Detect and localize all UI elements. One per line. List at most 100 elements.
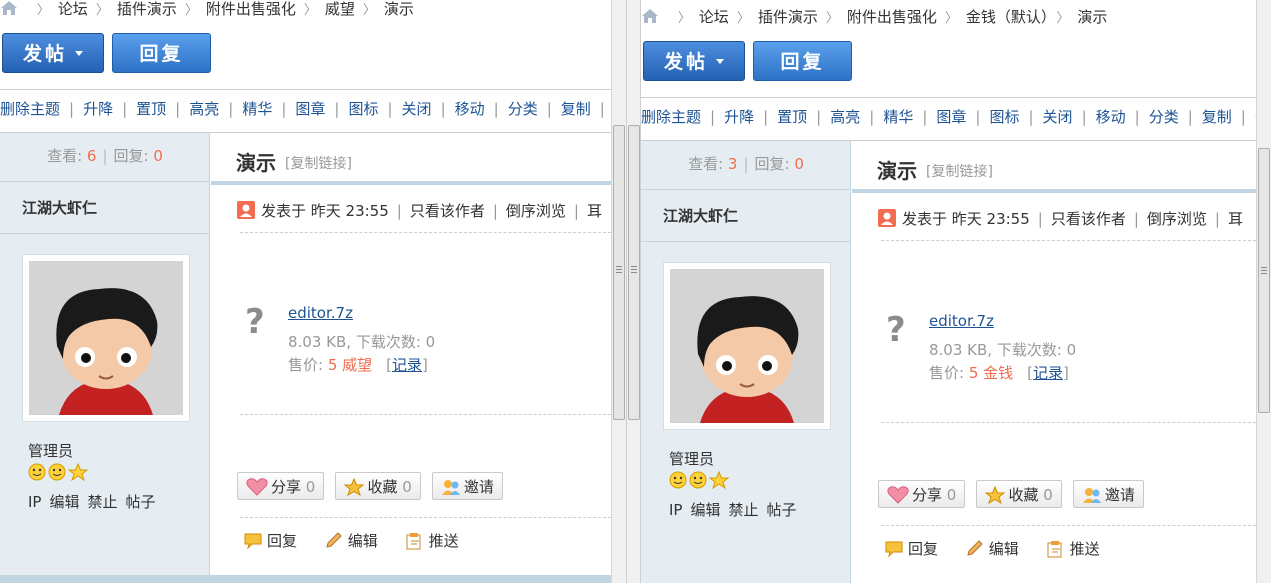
user-action-link[interactable]: 帖子: [767, 501, 797, 519]
user-action-link[interactable]: 禁止: [88, 493, 118, 511]
mod-action[interactable]: 分类: [1149, 108, 1179, 126]
reverse-order-link[interactable]: 倒序浏览: [506, 202, 566, 220]
user-actions: IP 编辑 禁止 帖子: [28, 491, 164, 512]
mod-action[interactable]: 升降: [724, 108, 754, 126]
heart-icon: [887, 486, 909, 504]
user-action-link[interactable]: 帖子: [126, 493, 156, 511]
post-push-button[interactable]: 推送: [1046, 540, 1100, 558]
reverse-order-link[interactable]: 倒序浏览: [1147, 210, 1207, 228]
copy-link[interactable]: [复制链接]: [285, 153, 352, 173]
copy-link[interactable]: [复制链接]: [926, 161, 993, 181]
breadcrumb-item[interactable]: 金钱（默认）: [966, 8, 1049, 26]
vertical-scrollbar[interactable]: [611, 0, 626, 583]
breadcrumb-item[interactable]: 论坛: [58, 0, 88, 18]
home-icon[interactable]: [641, 8, 659, 24]
post-reply-button[interactable]: 回复: [243, 532, 297, 550]
breadcrumb-separator: 〉: [825, 11, 839, 26]
invite-button[interactable]: 邀请: [1072, 480, 1144, 508]
mod-action[interactable]: 复制: [1202, 108, 1232, 126]
mod-separator: |: [334, 100, 340, 118]
mod-separator: |: [387, 100, 393, 118]
scrollbar-thumb[interactable]: [613, 125, 625, 420]
mod-separator: |: [1134, 108, 1140, 126]
mod-action[interactable]: 高亮: [830, 108, 860, 126]
post-edit-button[interactable]: 编辑: [965, 540, 1019, 558]
record-link[interactable]: 记录: [1033, 364, 1063, 382]
reply-button[interactable]: 回复: [753, 41, 852, 81]
user-action-link[interactable]: IP: [28, 493, 41, 511]
mod-action[interactable]: 图标: [348, 100, 378, 118]
post-button[interactable]: 发帖: [643, 41, 745, 81]
mod-action[interactable]: 图标: [989, 108, 1019, 126]
only-author-link[interactable]: 只看该作者: [1051, 210, 1126, 228]
breadcrumb-item[interactable]: 附件出售强化: [206, 0, 296, 18]
mod-action[interactable]: 高亮: [189, 100, 219, 118]
breadcrumb-item[interactable]: 论坛: [699, 8, 729, 26]
attachment-link[interactable]: editor.7z: [288, 304, 353, 322]
breadcrumb-item[interactable]: 附件出售强化: [847, 8, 937, 26]
post-button[interactable]: 发帖: [2, 33, 104, 73]
favorite-button[interactable]: 收藏 0: [976, 480, 1062, 508]
breadcrumb-separator: 〉: [36, 3, 50, 18]
attachment-link[interactable]: editor.7z: [929, 312, 994, 330]
breadcrumb-item[interactable]: 插件演示: [117, 0, 177, 18]
user-action-link[interactable]: 编辑: [49, 493, 79, 511]
post-push-button[interactable]: 推送: [405, 532, 459, 550]
mod-separator: |: [175, 100, 181, 118]
user-role: 管理员: [28, 442, 74, 460]
user-action-link[interactable]: IP: [669, 501, 682, 519]
mod-action[interactable]: 移动: [455, 100, 485, 118]
window-divider[interactable]: [626, 0, 641, 583]
speech-bubble-icon: [244, 533, 262, 550]
invite-button[interactable]: 邀请: [431, 472, 503, 500]
mod-action[interactable]: 复制: [561, 100, 591, 118]
author-name[interactable]: 江湖大虾仁: [22, 197, 97, 218]
mod-action[interactable]: 删除主题: [641, 108, 701, 126]
only-author-link[interactable]: 只看该作者: [410, 202, 485, 220]
home-icon[interactable]: [0, 0, 18, 16]
breadcrumb-separator: 〉: [95, 3, 109, 18]
post-edit-button[interactable]: 编辑: [324, 532, 378, 550]
mod-separator: |: [69, 100, 75, 118]
unknown-file-icon: ?: [245, 302, 265, 342]
push-icon: [406, 533, 421, 550]
rank-stars: [669, 470, 735, 494]
scrollbar-thumb[interactable]: [1258, 148, 1270, 413]
mod-separator: |: [122, 100, 128, 118]
mod-action[interactable]: 关闭: [402, 100, 432, 118]
mod-action[interactable]: 精华: [883, 108, 913, 126]
mod-action[interactable]: 移动: [1096, 108, 1126, 126]
vertical-scrollbar[interactable]: [1256, 0, 1271, 583]
mod-action[interactable]: 删除主题: [0, 100, 60, 118]
user-action-link[interactable]: 编辑: [690, 501, 720, 519]
mod-action[interactable]: 精华: [242, 100, 272, 118]
breadcrumb-item[interactable]: 插件演示: [758, 8, 818, 26]
mod-action[interactable]: 置顶: [777, 108, 807, 126]
breadcrumb-item[interactable]: 威望: [325, 0, 355, 18]
author-name[interactable]: 江湖大虾仁: [663, 205, 738, 226]
avatar[interactable]: [663, 262, 831, 430]
mod-separator: |: [763, 108, 769, 126]
post-actions: 回复 编辑 推送: [884, 538, 1122, 559]
post-reply-button[interactable]: 回复: [884, 540, 938, 558]
avatar[interactable]: [22, 254, 190, 422]
mod-action[interactable]: 图章: [295, 100, 325, 118]
attachment-size: 8.03 KB, 下载次数: 0: [929, 341, 1077, 359]
mod-action[interactable]: 升降: [83, 100, 113, 118]
user-action-link[interactable]: 禁止: [729, 501, 759, 519]
breadcrumb-item[interactable]: 演示: [1077, 8, 1107, 26]
favorite-button[interactable]: 收藏 0: [335, 472, 421, 500]
record-link[interactable]: 记录: [392, 356, 422, 374]
post-meta: 发表于 昨天 23:55 | 只看该作者 | 倒序浏览 | 耳: [237, 200, 602, 221]
share-button[interactable]: 分享 0: [237, 472, 325, 500]
mod-action[interactable]: 分类: [508, 100, 538, 118]
mod-separator: |: [228, 100, 234, 118]
mod-action[interactable]: 置顶: [136, 100, 166, 118]
divider-scroll-thumb[interactable]: [628, 125, 640, 420]
share-button[interactable]: 分享 0: [878, 480, 966, 508]
reply-button[interactable]: 回复: [112, 33, 211, 73]
mod-action[interactable]: 关闭: [1043, 108, 1073, 126]
online-user-icon: [878, 209, 896, 227]
breadcrumb-item[interactable]: 演示: [384, 0, 414, 18]
mod-action[interactable]: 图章: [936, 108, 966, 126]
